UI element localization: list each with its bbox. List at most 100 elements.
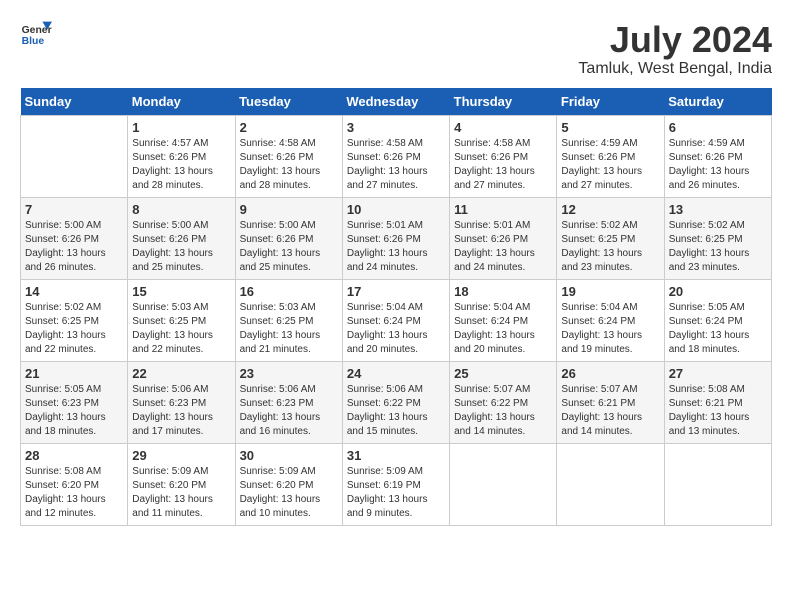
day-number: 13 (669, 202, 767, 217)
col-header-wednesday: Wednesday (342, 88, 449, 116)
col-header-friday: Friday (557, 88, 664, 116)
svg-text:Blue: Blue (22, 36, 45, 47)
day-info: Sunrise: 5:01 AM Sunset: 6:26 PM Dayligh… (454, 219, 552, 275)
day-number: 5 (561, 120, 659, 135)
calendar-cell: 8 Sunrise: 5:00 AM Sunset: 6:26 PM Daylig… (128, 197, 235, 279)
day-number: 29 (132, 448, 230, 463)
calendar-week-row: 7Sunrise: 5:00 AM Sunset: 6:26 PM Daylig… (21, 197, 772, 279)
page-subtitle: Tamluk, West Bengal, India (578, 60, 772, 78)
day-number: 27 (669, 366, 767, 381)
day-info: Sunrise: 5:07 AM Sunset: 6:21 PM Dayligh… (561, 383, 659, 439)
day-info: Sunrise: 5:02 AM Sunset: 6:25 PM Dayligh… (25, 301, 123, 357)
day-info: Sunrise: 5:05 AM Sunset: 6:23 PM Dayligh… (25, 383, 123, 439)
calendar-cell: 22 Sunrise: 5:06 AM Sunset: 6:23 PM Dayli… (128, 361, 235, 443)
calendar-cell: 5 Sunrise: 4:59 AM Sunset: 6:26 PM Daylig… (557, 115, 664, 197)
day-info: Sunrise: 4:59 AM Sunset: 6:26 PM Dayligh… (561, 137, 659, 193)
calendar-cell: 2 Sunrise: 4:58 AM Sunset: 6:26 PM Daylig… (235, 115, 342, 197)
day-number: 31 (347, 448, 445, 463)
col-header-monday: Monday (128, 88, 235, 116)
day-number: 18 (454, 284, 552, 299)
logo-icon: General Blue (20, 20, 52, 48)
calendar-cell: 31 Sunrise: 5:09 AM Sunset: 6:19 PM Dayli… (342, 443, 449, 525)
day-info: Sunrise: 5:09 AM Sunset: 6:20 PM Dayligh… (240, 465, 338, 521)
day-info: Sunrise: 5:06 AM Sunset: 6:22 PM Dayligh… (347, 383, 445, 439)
day-number: 16 (240, 284, 338, 299)
day-info: Sunrise: 5:09 AM Sunset: 6:20 PM Dayligh… (132, 465, 230, 521)
day-number: 17 (347, 284, 445, 299)
day-number: 20 (669, 284, 767, 299)
calendar-cell: 30 Sunrise: 5:09 AM Sunset: 6:20 PM Dayli… (235, 443, 342, 525)
day-info: Sunrise: 4:58 AM Sunset: 6:26 PM Dayligh… (240, 137, 338, 193)
calendar-cell: 7Sunrise: 5:00 AM Sunset: 6:26 PM Daylig… (21, 197, 128, 279)
day-number: 12 (561, 202, 659, 217)
day-number: 11 (454, 202, 552, 217)
day-info: Sunrise: 5:02 AM Sunset: 6:25 PM Dayligh… (561, 219, 659, 275)
day-info: Sunrise: 5:03 AM Sunset: 6:25 PM Dayligh… (240, 301, 338, 357)
day-number: 3 (347, 120, 445, 135)
calendar-week-row: 1Sunrise: 4:57 AM Sunset: 6:26 PM Daylig… (21, 115, 772, 197)
day-number: 15 (132, 284, 230, 299)
calendar-cell: 16 Sunrise: 5:03 AM Sunset: 6:25 PM Dayli… (235, 279, 342, 361)
calendar-week-row: 21 Sunrise: 5:05 AM Sunset: 6:23 PM Dayli… (21, 361, 772, 443)
calendar-cell: 18 Sunrise: 5:04 AM Sunset: 6:24 PM Dayli… (450, 279, 557, 361)
day-number: 21 (25, 366, 123, 381)
day-number: 2 (240, 120, 338, 135)
calendar-cell: 6 Sunrise: 4:59 AM Sunset: 6:26 PM Daylig… (664, 115, 771, 197)
day-info: Sunrise: 4:58 AM Sunset: 6:26 PM Dayligh… (454, 137, 552, 193)
title-block: July 2024 Tamluk, West Bengal, India (578, 20, 772, 78)
calendar-table: SundayMondayTuesdayWednesdayThursdayFrid… (20, 88, 772, 526)
col-header-tuesday: Tuesday (235, 88, 342, 116)
day-number: 8 (132, 202, 230, 217)
calendar-header-row: SundayMondayTuesdayWednesdayThursdayFrid… (21, 88, 772, 116)
day-number: 28 (25, 448, 123, 463)
calendar-week-row: 28 Sunrise: 5:08 AM Sunset: 6:20 PM Dayli… (21, 443, 772, 525)
calendar-cell (450, 443, 557, 525)
calendar-cell: 21 Sunrise: 5:05 AM Sunset: 6:23 PM Dayli… (21, 361, 128, 443)
day-number: 25 (454, 366, 552, 381)
calendar-cell: 19 Sunrise: 5:04 AM Sunset: 6:24 PM Dayli… (557, 279, 664, 361)
day-number: 9 (240, 202, 338, 217)
calendar-cell: 29 Sunrise: 5:09 AM Sunset: 6:20 PM Dayli… (128, 443, 235, 525)
day-number: 19 (561, 284, 659, 299)
calendar-cell: 23Sunrise: 5:06 AM Sunset: 6:23 PM Dayli… (235, 361, 342, 443)
calendar-cell: 27 Sunrise: 5:08 AM Sunset: 6:21 PM Dayli… (664, 361, 771, 443)
day-info: Sunrise: 5:05 AM Sunset: 6:24 PM Dayligh… (669, 301, 767, 357)
calendar-cell: 24Sunrise: 5:06 AM Sunset: 6:22 PM Dayli… (342, 361, 449, 443)
day-number: 10 (347, 202, 445, 217)
day-info: Sunrise: 4:57 AM Sunset: 6:26 PM Dayligh… (132, 137, 230, 193)
day-number: 30 (240, 448, 338, 463)
day-info: Sunrise: 5:07 AM Sunset: 6:22 PM Dayligh… (454, 383, 552, 439)
calendar-cell: 12 Sunrise: 5:02 AM Sunset: 6:25 PM Dayli… (557, 197, 664, 279)
day-info: Sunrise: 5:09 AM Sunset: 6:19 PM Dayligh… (347, 465, 445, 521)
day-number: 14 (25, 284, 123, 299)
calendar-cell: 14 Sunrise: 5:02 AM Sunset: 6:25 PM Dayli… (21, 279, 128, 361)
day-number: 6 (669, 120, 767, 135)
day-info: Sunrise: 5:00 AM Sunset: 6:26 PM Dayligh… (132, 219, 230, 275)
calendar-cell: 13 Sunrise: 5:02 AM Sunset: 6:25 PM Dayli… (664, 197, 771, 279)
day-info: Sunrise: 5:00 AM Sunset: 6:26 PM Dayligh… (240, 219, 338, 275)
calendar-cell: 28 Sunrise: 5:08 AM Sunset: 6:20 PM Dayli… (21, 443, 128, 525)
day-info: Sunrise: 5:02 AM Sunset: 6:25 PM Dayligh… (669, 219, 767, 275)
day-number: 4 (454, 120, 552, 135)
calendar-cell: 17 Sunrise: 5:04 AM Sunset: 6:24 PM Dayli… (342, 279, 449, 361)
calendar-cell: 10Sunrise: 5:01 AM Sunset: 6:26 PM Dayli… (342, 197, 449, 279)
calendar-cell (664, 443, 771, 525)
day-info: Sunrise: 5:08 AM Sunset: 6:21 PM Dayligh… (669, 383, 767, 439)
day-info: Sunrise: 4:59 AM Sunset: 6:26 PM Dayligh… (669, 137, 767, 193)
day-info: Sunrise: 4:58 AM Sunset: 6:26 PM Dayligh… (347, 137, 445, 193)
col-header-sunday: Sunday (21, 88, 128, 116)
calendar-cell (21, 115, 128, 197)
calendar-cell: 3 Sunrise: 4:58 AM Sunset: 6:26 PM Daylig… (342, 115, 449, 197)
day-info: Sunrise: 5:08 AM Sunset: 6:20 PM Dayligh… (25, 465, 123, 521)
calendar-cell: 15Sunrise: 5:03 AM Sunset: 6:25 PM Dayli… (128, 279, 235, 361)
day-number: 22 (132, 366, 230, 381)
day-info: Sunrise: 5:04 AM Sunset: 6:24 PM Dayligh… (347, 301, 445, 357)
day-info: Sunrise: 5:04 AM Sunset: 6:24 PM Dayligh… (454, 301, 552, 357)
logo: General Blue (20, 20, 52, 48)
day-info: Sunrise: 5:04 AM Sunset: 6:24 PM Dayligh… (561, 301, 659, 357)
calendar-cell: 11 Sunrise: 5:01 AM Sunset: 6:26 PM Dayli… (450, 197, 557, 279)
col-header-saturday: Saturday (664, 88, 771, 116)
day-info: Sunrise: 5:06 AM Sunset: 6:23 PM Dayligh… (132, 383, 230, 439)
day-info: Sunrise: 5:00 AM Sunset: 6:26 PM Dayligh… (25, 219, 123, 275)
calendar-cell: 9 Sunrise: 5:00 AM Sunset: 6:26 PM Daylig… (235, 197, 342, 279)
